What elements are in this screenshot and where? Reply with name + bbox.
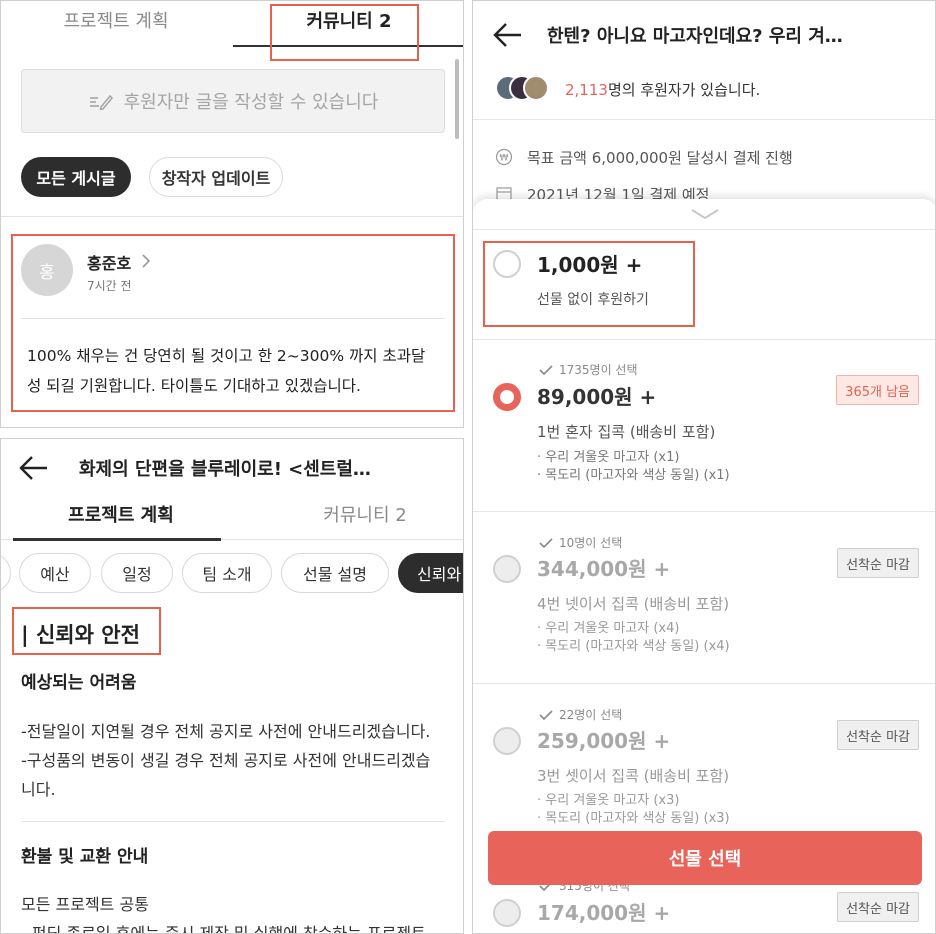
reward-desc: 1번 혼자 집콕 (배송비 포함) bbox=[537, 423, 716, 441]
scrollbar[interactable] bbox=[455, 59, 459, 139]
community-panel: 프로젝트 계획 커뮤니티 2 후원자만 글을 작성할 수 있습니다 모든 게시글… bbox=[0, 0, 464, 428]
refund-body: 모든 프로젝트 공통 - 펀딩 종료일 후에는 즉시 제작 및 실행에 착수하는… bbox=[21, 890, 451, 934]
svg-text:₩: ₩ bbox=[500, 154, 509, 164]
soldout-badge: 선착순 마감 bbox=[837, 892, 919, 922]
chip-reward-desc[interactable]: 선물 설명 bbox=[281, 553, 389, 593]
check-icon bbox=[539, 364, 553, 375]
divider bbox=[473, 683, 935, 684]
post-body: 100% 채우는 건 당연히 될 것이고 한 2~300% 까지 초과달 성 되… bbox=[27, 341, 447, 401]
body-line: 모든 프로젝트 공통 bbox=[21, 895, 149, 914]
selection-count-text: 10명이 선택 bbox=[559, 536, 623, 550]
reward-price: 174,000원 + bbox=[537, 901, 671, 925]
difficulties-body: -전달일이 지연될 경우 전체 공지로 사전에 안내드리겠습니다. -구성품의 … bbox=[21, 717, 451, 804]
selection-count-text: 1735명이 선택 bbox=[559, 363, 638, 377]
select-reward-button[interactable]: 선물 선택 bbox=[488, 831, 922, 885]
body-line: - 펀딩 종료일 후에는 즉시 제작 및 실행에 착수하는 프로젝트 bbox=[21, 924, 426, 934]
post-author[interactable]: 홍준호 bbox=[87, 250, 131, 274]
remaining-badge: 365개 남음 bbox=[836, 375, 919, 405]
selection-count: 22명이 선택 bbox=[539, 706, 622, 723]
tab-community[interactable]: 커뮤니티 2 bbox=[233, 1, 463, 47]
reward-price: 344,000원 + bbox=[537, 557, 671, 581]
reward-radio[interactable] bbox=[493, 555, 521, 583]
pencil-icon bbox=[89, 94, 113, 110]
subsection-refund: 환불 및 교환 안내 bbox=[21, 847, 149, 867]
divider bbox=[473, 511, 935, 512]
reward-item: · 목도리 (마고자와 색상 동일) (x3) bbox=[537, 811, 730, 826]
selection-count: 1735명이 선택 bbox=[539, 361, 638, 378]
chip-budget[interactable]: 예산 bbox=[19, 553, 91, 593]
backers-count: 2,113 bbox=[565, 81, 608, 99]
soldout-badge: 선착순 마감 bbox=[837, 548, 919, 578]
reward-select-panel: 한텐? 아니요 마고자인데요? 우리 겨… 2,113명의 후원자가 있습니다.… bbox=[472, 0, 936, 934]
write-post-box[interactable]: 후원자만 글을 작성할 수 있습니다 bbox=[21, 69, 445, 133]
check-icon bbox=[539, 537, 553, 548]
reward-item: · 목도리 (마고자와 색상 동일) (x1) bbox=[537, 468, 730, 483]
divider bbox=[21, 318, 445, 319]
divider bbox=[473, 339, 935, 340]
reward-items: · 우리 겨울옷 마고자 (x1) · 목도리 (마고자와 색상 동일) (x1… bbox=[537, 449, 730, 485]
active-tab-indicator bbox=[233, 45, 463, 47]
avatar-letter: 홍 bbox=[39, 262, 55, 283]
active-tab-indicator bbox=[13, 538, 221, 541]
back-arrow-icon[interactable] bbox=[493, 22, 523, 48]
selection-count-text: 22명이 선택 bbox=[559, 708, 623, 722]
goal-text: 목표 금액 6,000,000원 달성시 결제 진행 bbox=[527, 149, 793, 167]
reward-item: · 우리 겨울옷 마고자 (x3) bbox=[537, 793, 680, 808]
reward-radio-selected[interactable] bbox=[493, 383, 521, 411]
filter-all-posts[interactable]: 모든 게시글 bbox=[21, 157, 131, 197]
post-body-line: 100% 채우는 건 당연히 될 것이고 한 2~300% 까지 초과달 bbox=[27, 347, 426, 365]
post-time: 7시간 전 bbox=[87, 279, 132, 293]
reward-item: · 우리 겨울옷 마고자 (x1) bbox=[537, 450, 680, 465]
page-title: 화제의 단편을 블루레이로! <센트럴… bbox=[79, 459, 371, 480]
reward-desc: 4번 넷이서 집콕 (배송비 포함) bbox=[537, 595, 730, 613]
backers-summary: 2,113명의 후원자가 있습니다. bbox=[565, 79, 760, 100]
divider bbox=[1, 216, 463, 217]
divider bbox=[21, 821, 445, 822]
body-line: 니다. bbox=[21, 780, 56, 799]
backer-avatars bbox=[495, 75, 555, 103]
reward-sheet: 1,000원 + 선물 없이 후원하기 1735명이 선택 89,000원 + … bbox=[473, 199, 935, 933]
reward-radio[interactable] bbox=[493, 250, 521, 278]
check-icon bbox=[539, 709, 553, 720]
reward-item: · 목도리 (마고자와 색상 동일) (x4) bbox=[537, 639, 730, 654]
chip-schedule[interactable]: 일정 bbox=[101, 553, 173, 593]
reward-items: · 우리 겨울옷 마고자 (x4) · 목도리 (마고자와 색상 동일) (x4… bbox=[537, 620, 730, 656]
back-arrow-icon[interactable] bbox=[19, 455, 49, 481]
post-body-line: 성 되길 기원합니다. 타이틀도 기대하고 있겠습니다. bbox=[27, 377, 361, 395]
write-placeholder: 후원자만 글을 작성할 수 있습니다 bbox=[123, 92, 379, 113]
reward-radio[interactable] bbox=[493, 899, 521, 927]
section-title: | 신뢰와 안전 bbox=[21, 623, 140, 647]
chevron-right-icon[interactable] bbox=[141, 253, 151, 269]
reward-price: 1,000원 + bbox=[537, 253, 643, 277]
chevron-down-icon[interactable] bbox=[690, 208, 720, 220]
divider bbox=[473, 229, 935, 230]
subsection-difficulties: 예상되는 어려움 bbox=[21, 673, 137, 693]
tab-community[interactable]: 커뮤니티 2 bbox=[265, 501, 463, 527]
chip-team[interactable]: 팀 소개 bbox=[182, 553, 272, 593]
reward-price: 259,000원 + bbox=[537, 729, 671, 753]
won-icon: ₩ bbox=[495, 148, 513, 166]
body-line: -전달일이 지연될 경우 전체 공지로 사전에 안내드리겠습니다. bbox=[21, 722, 431, 741]
reward-radio[interactable] bbox=[493, 727, 521, 755]
reward-price: 89,000원 + bbox=[537, 385, 657, 409]
tab-project-plan[interactable]: 프로젝트 계획 bbox=[21, 1, 211, 47]
project-plan-panel: 화제의 단편을 블루레이로! <센트럴… 프로젝트 계획 커뮤니티 2 예산 일… bbox=[0, 438, 464, 934]
reward-desc: 선물 없이 후원하기 bbox=[537, 292, 649, 308]
filter-creator-updates[interactable]: 창작자 업데이트 bbox=[149, 157, 283, 197]
chip-partial[interactable] bbox=[1, 553, 11, 593]
avatar[interactable]: 홍 bbox=[21, 244, 73, 296]
reward-items: · 우리 겨울옷 마고자 (x3) · 목도리 (마고자와 색상 동일) (x3… bbox=[537, 792, 730, 828]
body-line: -구성품의 변동이 생길 경우 전체 공지로 사전에 안내드리겠습 bbox=[21, 751, 431, 770]
reward-desc: 3번 셋이서 집콕 (배송비 포함) bbox=[537, 767, 730, 785]
tab-project-plan[interactable]: 프로젝트 계획 bbox=[21, 501, 221, 527]
reward-item: · 우리 겨울옷 마고자 (x4) bbox=[537, 621, 680, 636]
chip-trust-safety[interactable]: 신뢰와 안전 bbox=[398, 553, 463, 593]
soldout-badge: 선착순 마감 bbox=[837, 720, 919, 750]
page-title: 한텐? 아니요 마고자인데요? 우리 겨… bbox=[547, 26, 843, 47]
divider bbox=[473, 119, 935, 120]
backers-suffix: 명의 후원자가 있습니다. bbox=[607, 81, 761, 99]
selection-count: 10명이 선택 bbox=[539, 534, 622, 551]
